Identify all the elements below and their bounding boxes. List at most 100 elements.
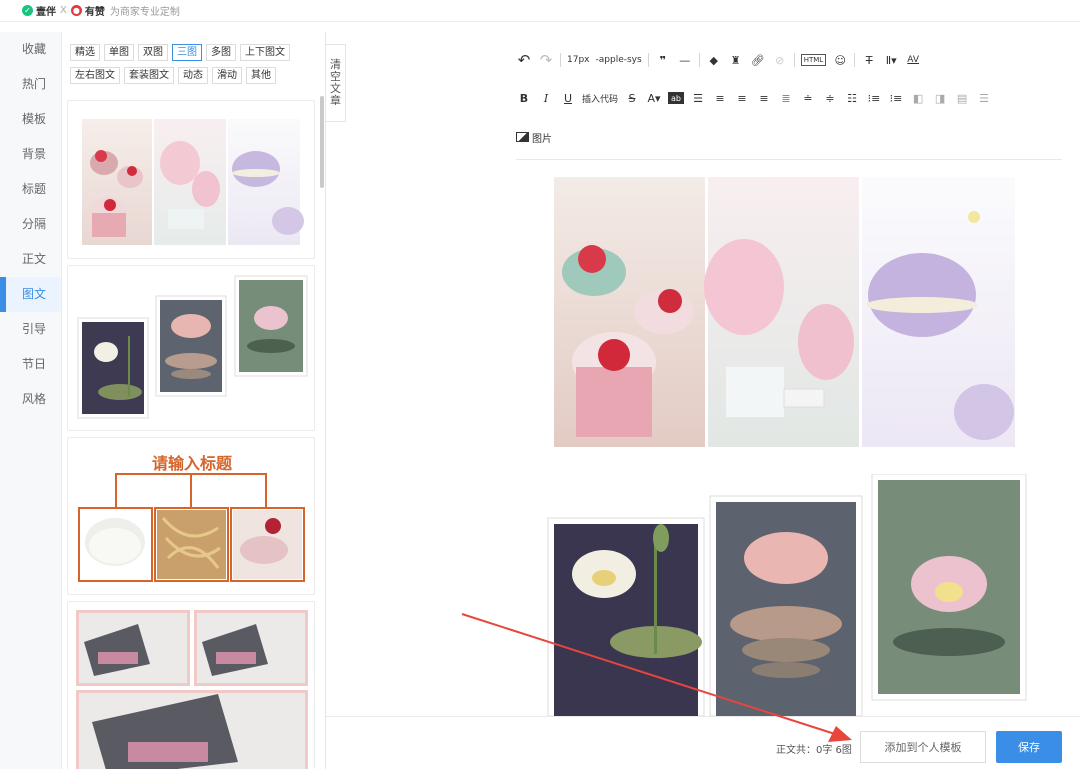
horizontal-rule-icon[interactable]: — [677,51,693,69]
filter-tag-slide[interactable]: 滑动 [212,67,242,84]
dessert-thumbnails-image [82,119,304,245]
brand-name-yiban: 壹伴 [36,7,56,18]
filter-tag-single[interactable]: 单图 [104,44,134,61]
char-spacing-icon[interactable]: AV [905,51,921,69]
toolbar-row-2: B I U 插入代码 S A▾ ab ☰ ≡ ≡ ≡ ≣ ≐ ≑ ☷ ⁝≡ ⁝≡… [516,88,998,108]
strikethrough-t-icon[interactable]: T [861,51,877,69]
indent-icon[interactable]: ☰ [690,89,706,107]
float-center-icon[interactable]: ☰ [976,89,992,107]
add-to-personal-template-button[interactable]: 添加到个人模板 [860,731,986,763]
filter-tag-double[interactable]: 双图 [138,44,168,61]
paragraph-spacing-icon[interactable]: ≑ [822,89,838,107]
filter-tag-set[interactable]: 套装图文 [124,67,174,84]
editor-area: ↶ ↷ 17px -apple-sys ❞ — ◆ ♜ 🔗︎ ⊘ HTML ☺ … [346,32,1080,716]
italic-icon[interactable]: I [538,89,554,107]
food-thumbnails-image [78,473,305,582]
align-right-icon[interactable]: ≡ [756,89,772,107]
blockquote-icon[interactable]: ❞ [655,51,671,69]
font-color-icon[interactable]: A▾ [646,89,662,107]
float-none-icon[interactable]: ▤ [954,89,970,107]
undo-icon[interactable]: ↶ [516,51,532,69]
toolbar-separator [854,53,856,67]
category-item-hot[interactable]: 热门 [0,67,61,102]
content-lotus-images[interactable] [546,474,1036,716]
filter-tag-top-bottom[interactable]: 上下图文 [240,44,290,61]
align-left-icon[interactable]: ≡ [712,89,728,107]
html-source-icon[interactable]: HTML [800,54,827,66]
filter-tag-left-right[interactable]: 左右图文 [70,67,120,84]
template-card-makeup[interactable] [67,601,315,769]
filter-tag-multi[interactable]: 多图 [206,44,236,61]
filter-tag-featured[interactable]: 精选 [70,44,100,61]
link-icon[interactable]: 🔗︎ [750,51,766,69]
youzan-logo-icon: ● [70,5,82,16]
letter-spacing-icon[interactable]: Ⅱ▾ [883,51,899,69]
editor-footer: 正文共：0字 6图 添加到个人模板 保存 [326,716,1080,769]
category-item-image-text[interactable]: 图文 [0,277,61,312]
word-image-count: 正文共：0字 6图 [776,745,852,756]
float-left-icon[interactable]: ◧ [910,89,926,107]
clear-article-char: 章 [330,94,341,107]
emoji-icon[interactable]: ☺ [832,51,848,69]
content-dessert-images[interactable] [554,177,1016,447]
makeup-thumbnails-image [76,610,308,769]
filter-tags-row-1: 精选 单图 双图 三图 多图 上下图文 [70,44,320,61]
toolbar-separator [647,53,649,67]
panel-scrollbar[interactable] [320,96,324,188]
strikethrough-icon[interactable]: S [624,89,640,107]
toolbar-row-3: 图片 [516,127,558,147]
bold-icon[interactable]: B [516,89,532,107]
font-size-select[interactable]: 17px [567,51,590,69]
yiban-logo-icon: ✓ [22,5,33,16]
save-button[interactable]: 保存 [996,731,1062,763]
brand-separator: X [60,5,67,16]
category-item-divider[interactable]: 分隔 [0,207,61,242]
toolbar-separator [793,53,795,67]
template-card-desserts[interactable] [67,100,315,259]
ordered-list-icon[interactable]: ⁝≡ [888,89,904,107]
brand-slogan: 为商家专业定制 [109,7,180,18]
image-icon [516,132,529,142]
unordered-list-icon[interactable]: ⁝≡ [866,89,882,107]
image-label: 图片 [532,133,552,145]
style-panel: 精选 单图 双图 三图 多图 上下图文 左右图文 套装图文 动态 滑动 其他 请… [62,32,326,769]
image-insert-button[interactable]: 图片 [516,128,552,146]
float-right-icon[interactable]: ◨ [932,89,948,107]
toolbar-separator [560,53,561,67]
filter-tag-triple[interactable]: 三图 [172,44,202,61]
filter-tag-other[interactable]: 其他 [246,67,276,84]
category-item-festival[interactable]: 节日 [0,347,61,382]
filter-tag-animated[interactable]: 动态 [178,67,208,84]
redo-icon[interactable]: ↷ [538,51,554,69]
align-center-icon[interactable]: ≡ [734,89,750,107]
template-card-lotus[interactable] [67,265,315,431]
template-card-food-title[interactable]: 请输入标题 [67,437,315,595]
category-item-style[interactable]: 风格 [0,382,61,417]
format-clear-icon[interactable]: ◆ [706,51,722,69]
highlight-color-icon[interactable]: ab [668,92,685,104]
brand-name-youzan: 有赞 [84,7,105,18]
template-list: 请输入标题 [62,96,326,769]
category-item-guide[interactable]: 引导 [0,312,61,347]
category-item-background[interactable]: 背景 [0,137,61,172]
insert-code-button[interactable]: 插入代码 [582,89,618,107]
lotus-thumbnails-image [77,275,308,419]
text-indent-icon[interactable]: ☷ [844,89,860,107]
brand-bar: ✓ 壹伴 X ● 有赞 为商家专业定制 [0,0,1080,22]
font-family-select[interactable]: -apple-sys [596,51,642,69]
clear-article-button[interactable]: 清 空 文 章 [326,44,346,122]
toolbar-row-1: ↶ ↷ 17px -apple-sys ❞ — ◆ ♜ 🔗︎ ⊘ HTML ☺ … [516,50,927,70]
category-item-templates[interactable]: 模板 [0,102,61,137]
toolbar-separator [698,53,700,67]
align-justify-icon[interactable]: ≣ [778,89,794,107]
toolbar-divider [516,159,1062,160]
category-nav: 收藏 热门 模板 背景 标题 分隔 正文 图文 引导 节日 风格 [0,32,62,769]
line-height-icon[interactable]: ≐ [800,89,816,107]
underline-icon[interactable]: U [560,89,576,107]
format-painter-icon[interactable]: ♜ [728,51,744,69]
filter-tags-row-2: 左右图文 套装图文 动态 滑动 其他 [70,67,320,84]
category-item-title[interactable]: 标题 [0,172,61,207]
unlink-icon[interactable]: ⊘ [772,51,788,69]
category-item-body[interactable]: 正文 [0,242,61,277]
category-item-favorites[interactable]: 收藏 [0,32,61,67]
